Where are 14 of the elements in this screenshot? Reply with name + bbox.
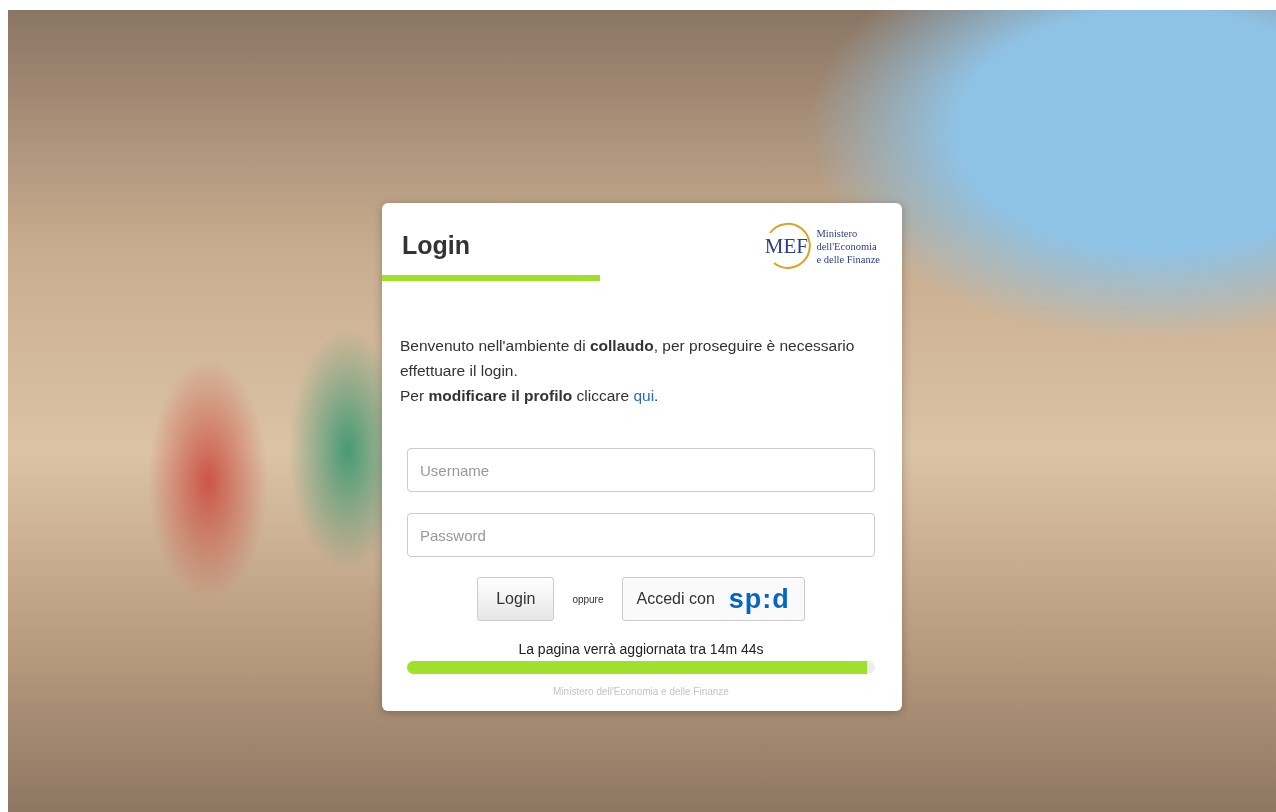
ministry-name-text: Ministero <box>816 226 859 240</box>
spid-login-button[interactable]: Accedi con sp:d <box>621 577 805 621</box>
login-button[interactable]: Login <box>477 577 555 621</box>
login-title: Login <box>402 231 472 260</box>
ministry-logo-mark: MEF <box>760 221 813 271</box>
ministry-name-text: e delle Finanze <box>816 252 880 266</box>
footer-text: Ministero dell'Economia e delle Finanze <box>552 686 730 697</box>
welcome-text: Benvenuto nell'ambiente di collaudo, per proseguire è necessario effettuare il login. <box>400 336 856 381</box>
input-field[interactable]: Password <box>407 513 875 557</box>
separator-text: oppure <box>572 593 604 605</box>
countdown-text: La pagina verrà aggiornata tra 14m 44s <box>517 641 765 657</box>
input-field[interactable]: Username <box>407 448 875 492</box>
profile-text: Per modificare il profilo cliccare qui. <box>400 386 660 406</box>
ministry-name-text: dell'Economia <box>816 239 878 253</box>
